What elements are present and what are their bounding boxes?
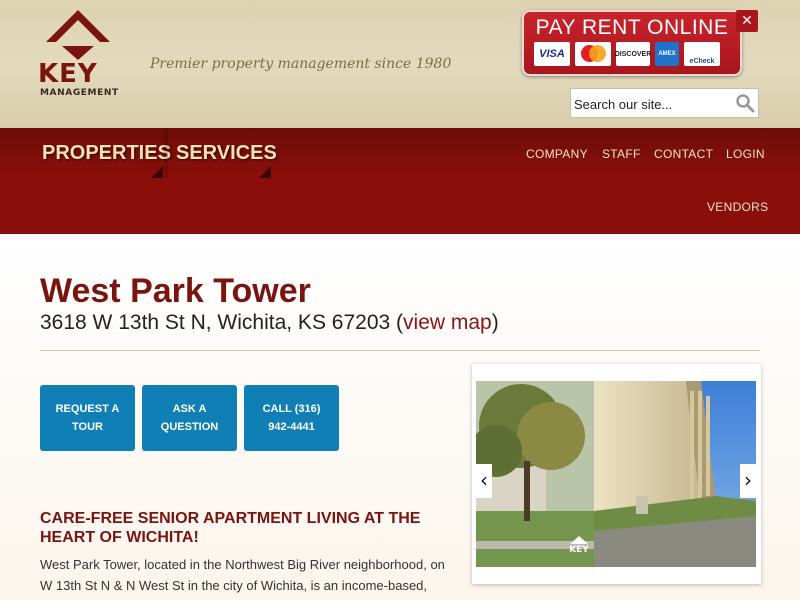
view-map-link[interactable]: view map: [403, 311, 492, 334]
nav-services-label: SERVICES: [176, 142, 277, 164]
property-content: West Park Tower 3618 W 13th St N, Wichit…: [0, 234, 800, 600]
nav-company[interactable]: COMPANY: [526, 147, 588, 161]
discover-card-icon: DISCOVER: [615, 42, 651, 66]
title-divider: [40, 350, 760, 351]
nav-services[interactable]: SERVICES: [170, 128, 277, 178]
nav-staff[interactable]: STAFF: [602, 147, 641, 161]
nav-login[interactable]: LOGIN: [726, 147, 765, 161]
visa-card-icon: VISA: [534, 42, 570, 66]
photo-slider: KEY ‹ ›: [472, 364, 761, 584]
call-button[interactable]: CALL (316) 942-4441: [244, 385, 339, 451]
site-header: KEY MANAGEMENT Premier property manageme…: [0, 0, 800, 128]
echeck-label: eCheck: [689, 58, 715, 65]
section-heading: CARE-FREE SENIOR APARTMENT LIVING AT THE…: [40, 510, 421, 546]
logo-subtext: MANAGEMENT: [40, 88, 119, 98]
main-navigation: PROPERTIES SERVICES COMPANY STAFF CONTAC…: [0, 128, 800, 234]
slider-prev-button[interactable]: ‹: [476, 464, 492, 498]
watermark-text: KEY: [569, 545, 589, 555]
paren-open: (: [396, 311, 404, 334]
house-roof-icon: [46, 10, 110, 60]
search-input[interactable]: [574, 94, 724, 114]
nav-vendors[interactable]: VENDORS: [707, 200, 768, 214]
dropdown-corner-icon: [151, 166, 163, 178]
nav-separator: [164, 128, 168, 178]
amex-card-icon: AMEX: [655, 42, 679, 66]
close-icon[interactable]: ✕: [736, 10, 758, 32]
ask-question-button[interactable]: ASK A QUESTION: [142, 385, 237, 451]
property-photo: KEY: [476, 381, 756, 567]
nav-properties[interactable]: PROPERTIES: [40, 128, 171, 178]
page-title: West Park Tower: [40, 272, 311, 310]
property-address: 3618 W 13th St N, Wichita, KS 67203 (vie…: [40, 311, 499, 335]
nav-contact[interactable]: CONTACT: [654, 147, 713, 161]
key-watermark: KEY: [564, 536, 594, 555]
payment-cards: VISA DISCOVER AMEX eCheck: [534, 42, 730, 70]
pay-rent-label: PAY RENT ONLINE: [535, 16, 729, 39]
site-search: [570, 88, 759, 118]
key-management-logo[interactable]: KEY MANAGEMENT: [38, 8, 124, 100]
echeck-icon: eCheck: [684, 42, 720, 66]
request-tour-button[interactable]: REQUEST A TOUR: [40, 385, 135, 451]
dropdown-corner-icon: [259, 166, 271, 178]
slider-next-button[interactable]: ›: [740, 464, 756, 498]
pay-rent-online-button[interactable]: PAY RENT ONLINE VISA DISCOVER AMEX eChec…: [522, 10, 742, 76]
site-tagline: Premier property management since 1980: [150, 56, 452, 72]
property-description: West Park Tower, located in the Northwes…: [40, 557, 445, 593]
nav-properties-label: PROPERTIES: [42, 142, 171, 164]
address-text: 3618 W 13th St N, Wichita, KS 67203: [40, 311, 391, 334]
paren-close: ): [491, 311, 499, 334]
search-icon[interactable]: [735, 93, 755, 113]
logo-wordmark: KEY: [38, 59, 98, 89]
mastercard-icon: [575, 42, 611, 66]
